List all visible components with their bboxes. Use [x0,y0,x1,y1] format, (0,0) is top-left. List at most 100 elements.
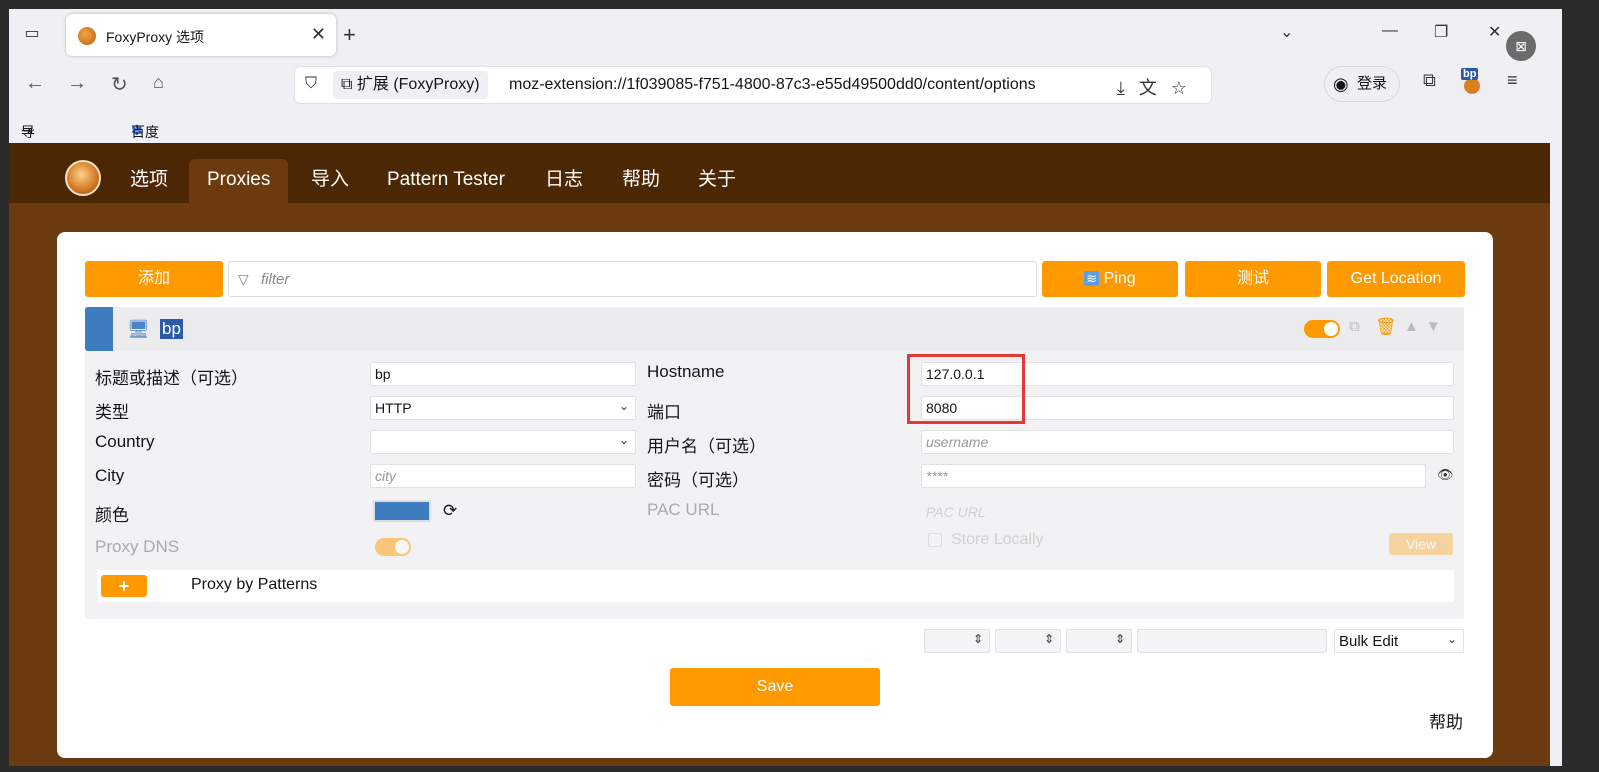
proxy-dns-toggle[interactable] [375,538,411,556]
color-picker[interactable] [373,500,431,522]
screenshot-overlay-icon[interactable]: ⊠ [1506,31,1536,61]
bulk-number-2[interactable]: ⇕ [995,629,1061,653]
forward-icon[interactable]: → [67,72,87,95]
tab-strip: ▭ FoxyProxy 选项 ✕ + ⌄ — ❐ ✕ ⊠ [9,9,1562,61]
login-button[interactable]: ◉ 登录 [1324,66,1400,102]
tab-list-icon[interactable]: ▭ [21,23,43,45]
extensions-icon[interactable]: ⧉ [1423,70,1436,91]
close-window-icon[interactable]: ✕ [1488,22,1501,42]
city-label: City [95,466,125,485]
type-select-value: HTTP [375,400,412,416]
spinner-icon: ⇕ [1043,632,1054,646]
minimize-icon[interactable]: — [1382,22,1398,40]
tab-foxyproxy[interactable]: FoxyProxy 选项 ✕ [66,14,336,56]
bulk-text-input[interactable] [1137,629,1327,653]
bulk-number-1[interactable]: ⇕ [924,629,990,653]
nav-log[interactable]: 日志 [527,159,601,203]
bulk-edit-select[interactable]: Bulk Edit ⌄ [1334,629,1464,653]
store-locally-checkbox[interactable] [928,533,942,547]
nav-pattern-tester[interactable]: Pattern Tester [369,159,523,203]
proxy-enabled-toggle[interactable] [1304,320,1340,338]
show-password-icon[interactable]: 👁 [1437,467,1454,483]
foxyproxy-toolbar-icon [1464,78,1480,94]
translate-icon[interactable]: 文 [1139,78,1171,98]
chevron-down-icon[interactable]: ⌄ [1280,22,1293,42]
extension-identity-chip[interactable]: ⧉ 扩展 (FoxyProxy) [333,71,488,99]
proxy-color-strip [85,307,113,351]
pattern-row: + Proxy by Patterns [97,570,1454,602]
type-label: 类型 [95,403,129,422]
test-button[interactable]: 测试 [1185,261,1321,297]
filter-input[interactable]: ▽ filter [228,261,1037,297]
spinner-icon: ⇕ [972,632,983,646]
add-pattern-button[interactable]: + [101,575,147,597]
url-text[interactable]: moz-extension://1f039085-f751-4800-87c3-… [509,76,1119,94]
type-select[interactable]: HTTP ⌄ [370,396,636,420]
bookmarks-bar: ⇥ 导入书签... ✽ 百度一下，你就知道 [9,114,1562,220]
get-location-button[interactable]: Get Location [1327,261,1465,297]
extension-chip-label: 扩展 (FoxyProxy) [356,76,480,93]
proxy-dns-label: Proxy DNS [95,537,180,556]
move-down-icon[interactable]: ▼ [1426,318,1441,335]
help-link[interactable]: 帮助 [1429,708,1463,733]
filter-placeholder: filter [261,271,290,288]
reload-icon[interactable]: ↻ [111,72,128,97]
bulk-number-3[interactable]: ⇕ [1066,629,1132,653]
options-nav: 选项 Proxies 导入 Pattern Tester 日志 帮助 关于 [9,143,1550,203]
bp-badge: bp [1461,68,1479,80]
add-button[interactable]: 添加 [85,261,223,297]
pac-url-label: PAC URL [647,500,720,519]
login-label: 登录 [1357,75,1388,92]
star-icon[interactable]: ☆ [1171,78,1201,98]
ping-button[interactable]: ≋ Ping [1042,261,1178,297]
city-input[interactable]: city [370,464,636,488]
proxies-card: 添加 ▽ filter ≋ Ping 测试 Get Location 🖥 bp … [57,232,1493,758]
spinner-icon: ⇕ [1114,632,1125,646]
username-input[interactable]: username [921,430,1454,454]
proxy-header[interactable]: 🖥 bp ⧉ 🗑 ▲ ▼ [85,307,1464,351]
extension-puzzle-icon: ⧉ [341,76,357,93]
save-button[interactable]: Save [670,668,880,706]
password-label: 密码（可选） [647,471,749,490]
highlight-box [907,354,1025,424]
foxyproxy-favicon-icon [78,27,96,45]
filter-icon: ▽ [238,271,249,287]
tab-title: FoxyProxy 选项 [106,29,205,45]
computer-icon: 🖥 [127,319,150,339]
delete-icon[interactable]: 🗑 [1375,317,1397,337]
move-up-icon[interactable]: ▲ [1404,318,1419,335]
view-button[interactable]: View [1389,533,1453,555]
nav-about[interactable]: 关于 [680,159,754,203]
bulk-edit-value: Bulk Edit [1339,633,1399,650]
home-icon[interactable]: ⌂ [153,72,164,93]
chevron-down-icon: ⌄ [1446,632,1457,646]
country-label: Country [95,432,155,451]
menu-icon[interactable]: ≡ [1507,70,1518,91]
password-input[interactable]: **** [921,464,1426,488]
new-tab-button[interactable]: + [343,22,356,48]
random-color-icon[interactable]: ⟳ [443,501,457,521]
url-bar[interactable]: ⛉ ⧉ 扩展 (FoxyProxy) moz-extension://1f039… [294,66,1212,104]
foxyproxy-logo-icon [65,160,101,196]
nav-import[interactable]: 导入 [293,159,367,203]
restore-icon[interactable]: ❐ [1434,22,1448,42]
url-bar-icons: ⤓文☆ [1117,74,1201,100]
proxy-entry: 🖥 bp ⧉ 🗑 ▲ ▼ 标题或描述（可选） 类型 Country City 颜… [85,307,1464,619]
country-select[interactable]: ⌄ [370,430,636,454]
tab-close-icon[interactable]: ✕ [311,24,326,45]
account-icon: ◉ [1333,74,1349,94]
duplicate-icon[interactable]: ⧉ [1349,318,1360,335]
nav-options[interactable]: 选项 [112,159,186,203]
bp-extension-button[interactable]: bp [1461,68,1483,94]
back-icon[interactable]: ← [25,72,45,95]
pac-url-input[interactable]: PAC URL [921,500,1454,524]
proxy-name: bp [160,319,183,339]
download-icon[interactable]: ⤓ [1117,78,1139,98]
shield-icon[interactable]: ⛉ [305,75,317,93]
browser-window: ▭ FoxyProxy 选项 ✕ + ⌄ — ❐ ✕ ⊠ ← → ↻ ⌂ ⛉ ⧉… [9,9,1562,766]
title-input[interactable]: bp [370,362,636,386]
ping-label: Ping [1103,270,1136,287]
nav-help[interactable]: 帮助 [604,159,678,203]
nav-proxies[interactable]: Proxies [189,159,289,203]
port-label: 端口 [647,403,681,422]
